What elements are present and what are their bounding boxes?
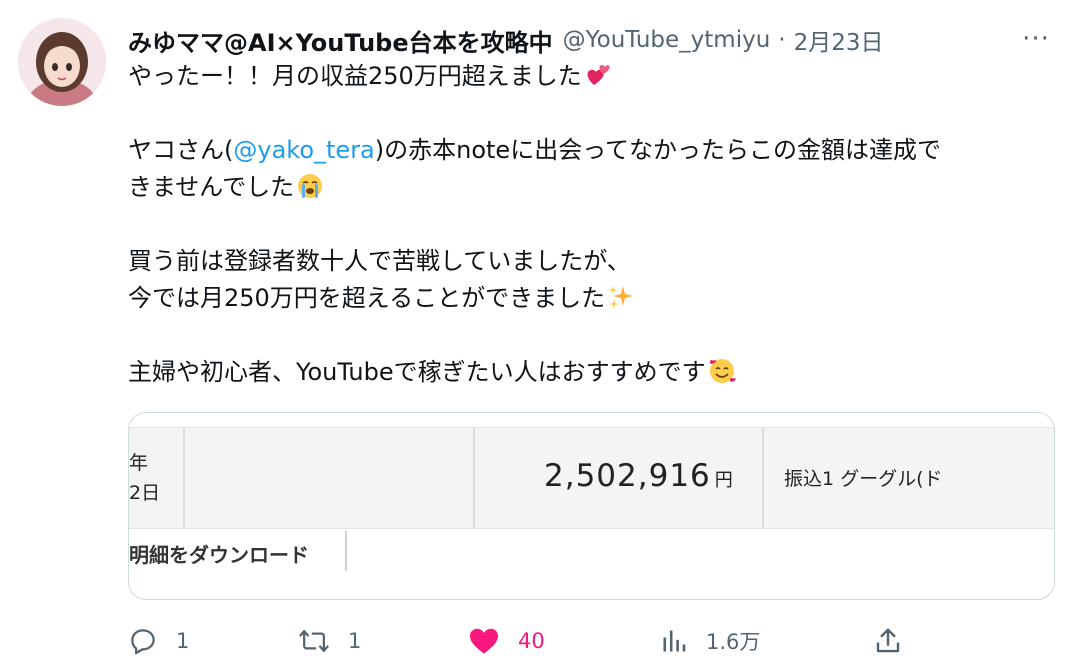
share-icon: [873, 626, 903, 656]
views-button[interactable]: 1.6万: [660, 618, 760, 664]
column-divider: [183, 428, 185, 528]
reply-count: 1: [176, 629, 190, 653]
tweet-date[interactable]: 2月23日: [794, 23, 884, 57]
retweet-icon: [298, 626, 330, 656]
retweet-button[interactable]: 1: [298, 618, 361, 664]
analytics-icon: [660, 626, 688, 656]
tweet-line-3: きませんでした: [128, 173, 295, 201]
day-fragment: 2日: [129, 482, 161, 504]
statement-date: 年 2日: [129, 448, 160, 508]
views-count: 1.6万: [706, 630, 761, 654]
column-divider: [473, 428, 475, 528]
more-icon: ···: [1022, 24, 1050, 54]
amount-unit: 円: [714, 470, 734, 491]
tweet-line-4: 買う前は登録者数十人で苦戦していましたが、: [128, 247, 631, 275]
reply-icon: [128, 626, 158, 656]
column-divider: [762, 428, 764, 528]
separator: ·: [778, 27, 786, 53]
tweet-text: やったー！！月の収益250万円超えました ヤコさん(@yako_tera)の赤本…: [128, 58, 1048, 391]
two-hearts-emoji-icon: [584, 61, 612, 89]
heart-icon: [468, 626, 500, 656]
retweet-count: 1: [348, 629, 362, 653]
sparkles-emoji-icon: [607, 283, 635, 311]
statement-row: 年 2日 2,502,916 円 振込1 グーグル(ド: [129, 427, 1054, 529]
tweet-line-6: 主婦や初心者、YouTubeで稼ぎたい人はおすすめです: [128, 358, 706, 386]
media-image[interactable]: 年 2日 2,502,916 円 振込1 グーグル(ド 明細をダウンロード: [128, 412, 1055, 600]
tweet-line-1: やったー！！月の収益250万円超えました: [128, 62, 582, 90]
tweet-line-2-prefix: ヤコさん(: [128, 136, 234, 164]
like-count: 40: [518, 629, 545, 653]
tweet-actions: 1 1 40 1.6万: [128, 618, 1048, 664]
download-statement-label: 明細をダウンロード: [129, 543, 309, 567]
mention-link[interactable]: @yako_tera: [233, 136, 374, 164]
more-options-button[interactable]: ···: [1019, 22, 1053, 56]
deposit-amount: 2,502,916 円: [544, 458, 734, 494]
loudly-crying-emoji-icon: [296, 172, 324, 200]
reply-button[interactable]: 1: [128, 618, 189, 664]
tweet-line-5: 今では月250万円を超えることができました: [128, 284, 606, 312]
author-handle[interactable]: @YouTube_ytmiyu: [563, 27, 771, 53]
tweet-line-2-suffix: )の赤本noteに出会ってなかったらこの金額は達成で: [374, 136, 941, 164]
transaction-description: 振込1 グーグル(ド: [784, 468, 943, 490]
share-button[interactable]: [873, 618, 903, 664]
tweet-header: みゆママ@AI×YouTube台本を攻略中 @YouTube_ytmiyu · …: [128, 20, 1051, 60]
divider: [345, 531, 347, 571]
like-button[interactable]: 40: [468, 618, 545, 664]
amount-value: 2,502,916: [544, 458, 711, 494]
smiling-face-with-hearts-emoji-icon: [708, 357, 736, 385]
author-name[interactable]: みゆママ@AI×YouTube台本を攻略中: [128, 23, 553, 58]
avatar[interactable]: [18, 18, 106, 106]
year-fragment: 年: [129, 452, 149, 474]
